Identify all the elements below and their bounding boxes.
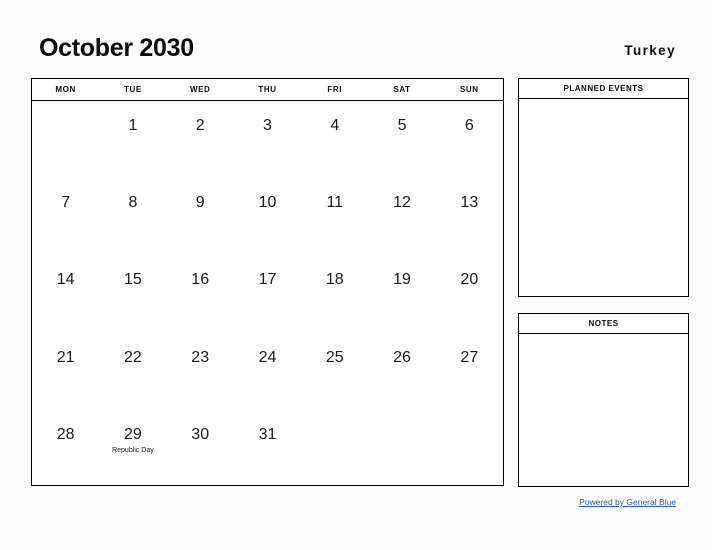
day-cell-empty <box>301 410 368 487</box>
day-number: 15 <box>124 271 142 289</box>
day-number: 6 <box>464 117 474 134</box>
day-number: 5 <box>397 117 407 134</box>
day-cell-empty <box>436 410 503 487</box>
day-cell-31[interactable]: 31 <box>234 410 301 487</box>
day-cell-13[interactable]: 13 <box>436 178 503 255</box>
day-cell-3[interactable]: 3 <box>234 101 301 178</box>
day-number: 4 <box>330 117 340 134</box>
day-cell-24[interactable]: 24 <box>234 333 301 410</box>
day-number: 21 <box>56 348 75 366</box>
day-cell-8[interactable]: 8 <box>99 178 166 255</box>
notes-body[interactable] <box>519 334 688 486</box>
day-number: 27 <box>460 348 479 366</box>
calendar-weeks: 1 2 3 4 5 6 7 8 9 10 11 12 13 14 15 16 17 18 19 20 21 22 23 24 2… <box>32 101 503 487</box>
day-cell-12[interactable]: 12 <box>368 178 435 255</box>
day-number: 30 <box>191 425 210 443</box>
day-cell-7[interactable]: 7 <box>32 178 99 255</box>
day-number: 13 <box>460 194 479 212</box>
day-number: 2 <box>195 117 205 134</box>
day-cell-4[interactable]: 4 <box>301 101 368 178</box>
day-number: 9 <box>195 194 205 212</box>
day-number: 29 <box>124 425 142 443</box>
calendar-week-row: 21 22 23 24 25 26 27 <box>32 333 503 410</box>
day-number: 11 <box>326 194 344 212</box>
day-cell-27[interactable]: 27 <box>436 333 503 410</box>
day-number: 7 <box>61 194 71 212</box>
day-event-label: Republic Day <box>112 446 154 454</box>
day-cell-empty <box>32 101 99 178</box>
day-cell-18[interactable]: 18 <box>301 255 368 332</box>
day-number: 18 <box>325 271 344 289</box>
day-number: 14 <box>56 271 75 289</box>
day-number: 23 <box>191 348 210 366</box>
day-number: 26 <box>393 348 411 366</box>
day-number: 31 <box>258 425 277 443</box>
day-number: 24 <box>258 348 277 366</box>
day-cell-2[interactable]: 2 <box>167 101 234 178</box>
notes-title: NOTES <box>519 314 688 334</box>
powered-by-link[interactable]: Powered by General Blue <box>579 497 676 508</box>
weekday-header-fri: FRI <box>327 85 343 94</box>
planned-events-body[interactable] <box>519 99 688 296</box>
day-cell-30[interactable]: 30 <box>167 410 234 487</box>
day-cell-1[interactable]: 1 <box>99 101 166 178</box>
day-cell-25[interactable]: 25 <box>301 333 368 410</box>
page-header: October 2030 Turkey <box>0 0 712 78</box>
day-cell-10[interactable]: 10 <box>234 178 301 255</box>
weekday-header-row: MON TUE WED THU FRI SAT SUN <box>32 79 503 101</box>
calendar-grid: MON TUE WED THU FRI SAT SUN 1 2 3 4 5 6 7 8 9 10 11 12 13 1… <box>31 78 504 486</box>
page-title: October 2030 <box>39 34 194 62</box>
day-cell-empty <box>368 410 435 487</box>
day-number: 22 <box>124 348 142 366</box>
day-number: 1 <box>128 117 138 134</box>
weekday-header-tue: TUE <box>124 85 142 94</box>
day-number: 28 <box>56 425 75 443</box>
planned-events-title: PLANNED EVENTS <box>519 79 688 99</box>
day-cell-20[interactable]: 20 <box>436 255 503 332</box>
day-number: 10 <box>258 194 277 212</box>
calendar-week-row: 14 15 16 17 18 19 20 <box>32 255 503 332</box>
calendar-week-row: 28 29 Republic Day 30 31 <box>32 410 503 487</box>
weekday-header-sun: SUN <box>459 85 479 94</box>
day-cell-15[interactable]: 15 <box>99 255 166 332</box>
day-cell-26[interactable]: 26 <box>368 333 435 410</box>
notes-panel: NOTES <box>518 313 689 487</box>
day-cell-17[interactable]: 17 <box>234 255 301 332</box>
day-cell-29[interactable]: 29 Republic Day <box>99 410 166 487</box>
day-number: 17 <box>258 271 277 289</box>
day-cell-9[interactable]: 9 <box>167 178 234 255</box>
day-cell-16[interactable]: 16 <box>167 255 234 332</box>
day-number: 8 <box>128 194 138 212</box>
country-label: Turkey <box>624 43 676 58</box>
calendar-week-row: 1 2 3 4 5 6 <box>32 101 503 178</box>
day-number: 25 <box>325 348 344 366</box>
day-cell-21[interactable]: 21 <box>32 333 99 410</box>
calendar-page: October 2030 Turkey MON TUE WED THU FRI SAT SU… <box>0 0 712 550</box>
calendar-week-row: 7 8 9 10 11 12 13 <box>32 178 503 255</box>
weekday-header-wed: WED <box>189 85 211 94</box>
day-number: 12 <box>393 194 411 212</box>
day-cell-11[interactable]: 11 <box>301 178 368 255</box>
day-number: 3 <box>263 117 272 134</box>
day-cell-22[interactable]: 22 <box>99 333 166 410</box>
planned-events-panel: PLANNED EVENTS <box>518 78 689 297</box>
day-number: 20 <box>460 271 479 289</box>
day-cell-23[interactable]: 23 <box>167 333 234 410</box>
weekday-header-thu: THU <box>258 85 277 94</box>
weekday-header-mon: MON <box>55 85 76 94</box>
weekday-header-sat: SAT <box>393 85 411 94</box>
day-number: 16 <box>191 271 210 289</box>
day-number: 19 <box>393 271 411 289</box>
day-cell-28[interactable]: 28 <box>32 410 99 487</box>
day-cell-5[interactable]: 5 <box>368 101 435 178</box>
day-cell-19[interactable]: 19 <box>368 255 435 332</box>
day-cell-14[interactable]: 14 <box>32 255 99 332</box>
day-cell-6[interactable]: 6 <box>436 101 503 178</box>
